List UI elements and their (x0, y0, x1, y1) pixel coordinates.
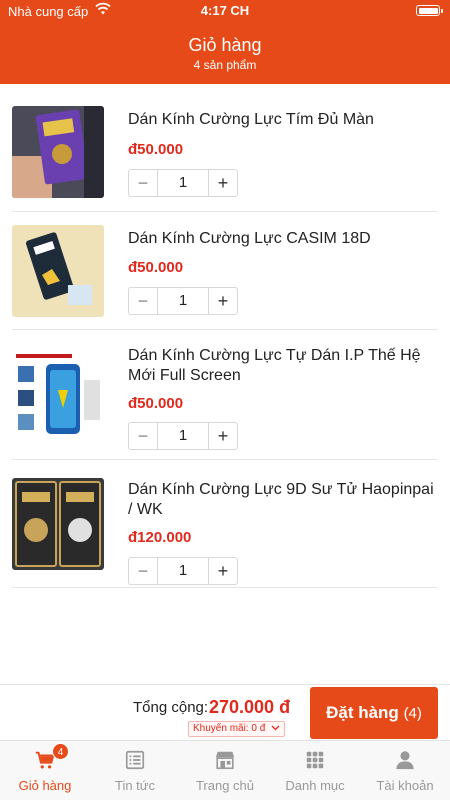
status-time: 4:17 CH (200, 3, 250, 18)
product-name[interactable]: Dán Kính Cường Lực Tím Đủ Màn (128, 110, 438, 130)
quantity-stepper: − 1 + (128, 169, 238, 197)
grid-icon (306, 751, 324, 769)
product-image (12, 106, 104, 198)
product-price: đ50.000 (128, 141, 184, 158)
product-price: đ120.000 (128, 529, 192, 546)
decrease-button[interactable]: − (128, 422, 158, 450)
tab-bar: 4 Giỏ hàng Tin tức Trang chủ Danh mục Tà… (0, 740, 450, 800)
product-price: đ50.000 (128, 259, 184, 276)
item-count: 4 sản phẩm (193, 58, 257, 72)
total-label: Tổng cộng: (133, 699, 209, 716)
quantity-stepper: − 1 + (128, 557, 238, 585)
cart-item: Dán Kính Cường Lực Tím Đủ Màn đ50.000 − … (12, 84, 438, 212)
product-name[interactable]: Dán Kính Cường Lực 9D Sư Tử Haopinpai / … (128, 480, 438, 520)
tab-label: Giỏ hàng (18, 778, 72, 793)
increase-button[interactable]: + (208, 287, 238, 315)
total-value: 270.000 đ (209, 697, 291, 717)
product-image (12, 350, 104, 442)
product-name[interactable]: Dán Kính Cường Lực Tự Dán I.P Thế Hệ Mới… (128, 346, 438, 386)
quantity-input[interactable]: 1 (158, 422, 208, 450)
quantity-stepper: − 1 + (128, 287, 238, 315)
tab-home[interactable]: Trang chủ (180, 741, 270, 800)
promo-label: Khuyến mãi: 0 đ (193, 723, 266, 734)
app-header: Nhà cung cấp 4:17 CH Giỏ hàng 4 sản phẩm (0, 0, 450, 84)
order-label: Đặt hàng (326, 703, 399, 722)
tab-categories[interactable]: Danh mục (270, 741, 360, 800)
place-order-button[interactable]: Đặt hàng (4) (310, 687, 438, 739)
tab-cart[interactable]: 4 Giỏ hàng (0, 741, 90, 800)
tab-news[interactable]: Tin tức (90, 741, 180, 800)
tab-label: Tin tức (114, 778, 155, 793)
quantity-input[interactable]: 1 (158, 557, 208, 585)
quantity-input[interactable]: 1 (158, 287, 208, 315)
product-image (12, 478, 104, 570)
cart-item: Dán Kính Cường Lực Tự Dán I.P Thế Hệ Mới… (12, 330, 438, 460)
checkout-bar: Tổng cộng: 270.000 đ Khuyến mãi: 0 đ Đặt… (0, 684, 450, 740)
status-bar: Nhà cung cấp 4:17 CH (0, 0, 450, 22)
chevron-down-icon (271, 725, 280, 731)
news-icon (125, 750, 145, 770)
product-price: đ50.000 (128, 395, 184, 412)
increase-button[interactable]: + (208, 557, 238, 585)
cart-badge: 4 (52, 743, 69, 760)
quantity-input[interactable]: 1 (158, 169, 208, 197)
cart-item: Dán Kính Cường Lực CASIM 18D đ50.000 − 1… (12, 212, 438, 330)
product-name[interactable]: Dán Kính Cường Lực CASIM 18D (128, 229, 438, 249)
store-icon (215, 751, 235, 770)
tab-label: Trang chủ (195, 778, 255, 793)
page-title: Giỏ hàng (188, 35, 262, 55)
product-image (12, 225, 104, 317)
increase-button[interactable]: + (208, 422, 238, 450)
battery-icon (416, 5, 443, 16)
user-icon (396, 751, 414, 770)
promo-dropdown[interactable]: Khuyến mãi: 0 đ (188, 721, 286, 737)
tab-account[interactable]: Tài khoản (360, 741, 450, 800)
quantity-stepper: − 1 + (128, 422, 238, 450)
tab-label: Tài khoản (376, 778, 434, 793)
cart-list: Dán Kính Cường Lực Tím Đủ Màn đ50.000 − … (0, 84, 450, 684)
order-count: (4) (403, 705, 422, 722)
cart-item: Dán Kính Cường Lực 9D Sư Tử Haopinpai / … (12, 460, 438, 588)
decrease-button[interactable]: − (128, 287, 158, 315)
increase-button[interactable]: + (208, 169, 238, 197)
decrease-button[interactable]: − (128, 557, 158, 585)
decrease-button[interactable]: − (128, 169, 158, 197)
tab-label: Danh mục (285, 778, 345, 793)
